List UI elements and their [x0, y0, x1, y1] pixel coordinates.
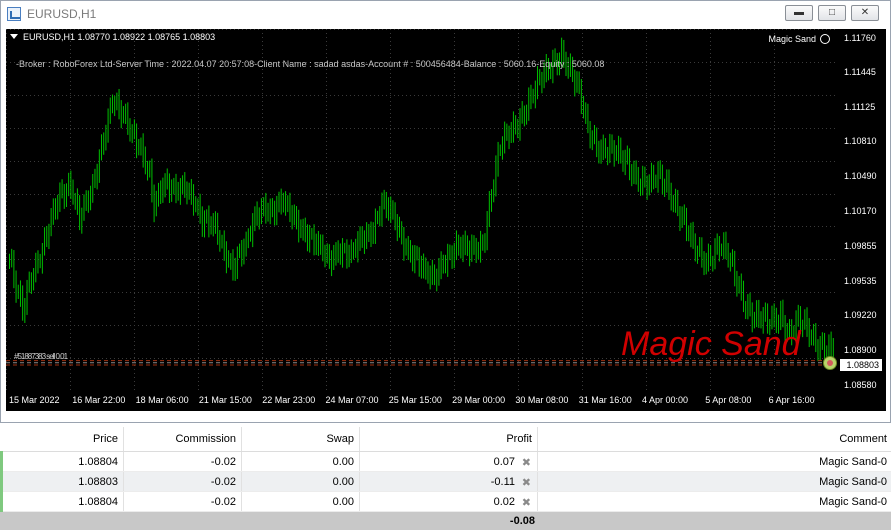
price-tick-label: 1.11125: [844, 102, 876, 113]
order-level-labels: #51887383 sell 0.01: [14, 352, 68, 361]
column-header-commission[interactable]: Commission: [123, 427, 242, 452]
dropdown-arrow-icon[interactable]: [10, 34, 18, 39]
comment-cell: Magic Sand-0: [537, 451, 891, 472]
time-tick-label: 18 Mar 06:00: [135, 395, 189, 405]
profit-value: -0.11: [490, 475, 515, 488]
commission-cell: -0.02: [123, 451, 242, 472]
price-tick-label: 1.09855: [844, 240, 877, 251]
price-cell: 1.08804: [0, 451, 124, 472]
swap-cell: 0.00: [241, 451, 360, 472]
time-tick-label: 5 Apr 08:00: [705, 395, 752, 405]
price-tick-label: 1.10490: [844, 171, 877, 182]
table-row[interactable]: 1.08804 -0.02 0.00 0.07 ✖ Magic Sand-0: [0, 451, 891, 472]
time-tick-label: 31 Mar 16:00: [578, 395, 632, 405]
price-tick-label: 1.09220: [844, 309, 877, 320]
comment-cell: Magic Sand-0: [537, 491, 891, 512]
close-x-icon[interactable]: ✖: [522, 456, 531, 469]
profit-value: 0.07: [493, 455, 515, 468]
price-tick-label: 1.08900: [844, 344, 877, 355]
price-chart[interactable]: EURUSD,H1 1.08770 1.08922 1.08765 1.0880…: [6, 29, 886, 411]
time-tick-label: 30 Mar 08:00: [515, 395, 569, 405]
profit-value: 0.02: [493, 495, 515, 508]
swap-cell: 0.00: [241, 491, 360, 512]
column-header-comment[interactable]: Comment: [537, 427, 891, 452]
time-tick-label: 6 Apr 16:00: [768, 395, 815, 405]
table-row[interactable]: 1.08803 -0.02 0.00 -0.11 ✖ Magic Sand-0: [0, 471, 891, 492]
watermark-text: Magic Sand: [621, 325, 801, 363]
symbol-ohlc-header: EURUSD,H1 1.08770 1.08922 1.08765 1.0880…: [10, 32, 215, 42]
chart-window-icon: [7, 7, 21, 21]
time-tick-label: 22 Mar 23:00: [262, 395, 316, 405]
time-axis[interactable]: 15 Mar 2022 16 Mar 22:00 18 Mar 06:00 21 Ma…: [6, 391, 838, 409]
table-row[interactable]: 1.08804 -0.02 0.00 0.02 ✖ Magic Sand-0: [0, 491, 891, 512]
price-tick-label: 1.09535: [844, 275, 877, 286]
commission-cell: -0.02: [123, 471, 242, 492]
total-profit: -0.08: [509, 515, 535, 527]
minimize-button[interactable]: ▬: [785, 5, 813, 21]
symbol-ohlc-text: EURUSD,H1 1.08770 1.08922 1.08765 1.0880…: [23, 32, 216, 42]
window-titlebar[interactable]: EURUSD,H1 ▬ □ ✕: [1, 1, 890, 27]
orders-table: Price Commission Swap Profit Comment 1.0…: [0, 427, 891, 512]
smiley-icon: [820, 34, 830, 44]
price-tick-label: 1.10810: [844, 136, 877, 147]
account-info-line: -Broker : RoboForex Ltd-Server Time : 20…: [16, 59, 605, 69]
chart-window: EURUSD,H1 ▬ □ ✕ EURUSD,H1 1.08770 1.0892…: [0, 0, 891, 423]
time-tick-label: 4 Apr 00:00: [642, 395, 689, 405]
time-tick-label: 16 Mar 22:00: [72, 395, 126, 405]
expert-advisor-name: Magic Sand: [768, 34, 816, 44]
window-title: EURUSD,H1: [27, 7, 97, 21]
price-tick-label: 1.11760: [844, 32, 876, 43]
price-tick-label: 1.08580: [844, 379, 877, 390]
time-tick-label: 24 Mar 07:00: [325, 395, 379, 405]
price-tick-label: 1.10170: [844, 206, 877, 217]
total-row: -0.08: [0, 512, 891, 530]
time-tick-label: 15 Mar 2022: [9, 395, 60, 405]
time-tick-label: 29 Mar 00:00: [452, 395, 506, 405]
price-tick-label: 1.11445: [844, 67, 876, 78]
profit-cell: -0.11 ✖: [359, 471, 538, 492]
column-header-price[interactable]: Price: [1, 427, 124, 452]
ea-active-icon[interactable]: [823, 356, 837, 370]
price-cell: 1.08803: [0, 471, 124, 492]
current-price-label: 1.08803: [840, 359, 882, 371]
price-cell: 1.08804: [0, 491, 124, 512]
comment-cell: Magic Sand-0: [537, 471, 891, 492]
time-tick-label: 21 Mar 15:00: [198, 395, 252, 405]
profit-cell: 0.02 ✖: [359, 491, 538, 512]
price-axis[interactable]: 1.08803 1.11760 1.11445 1.11125 1.10810 1.10…: [838, 29, 886, 411]
commission-cell: -0.02: [123, 491, 242, 512]
close-x-icon[interactable]: ✖: [522, 496, 531, 509]
close-button[interactable]: ✕: [851, 5, 879, 21]
profit-cell: 0.07 ✖: [359, 451, 538, 472]
close-x-icon[interactable]: ✖: [522, 476, 531, 489]
maximize-button[interactable]: □: [818, 5, 846, 21]
time-tick-label: 25 Mar 15:00: [388, 395, 442, 405]
swap-cell: 0.00: [241, 471, 360, 492]
column-header-swap[interactable]: Swap: [241, 427, 360, 452]
table-header-row: Price Commission Swap Profit Comment: [1, 427, 891, 452]
column-header-profit[interactable]: Profit: [359, 427, 538, 452]
terminal-panel: Price Commission Swap Profit Comment 1.0…: [0, 427, 891, 530]
